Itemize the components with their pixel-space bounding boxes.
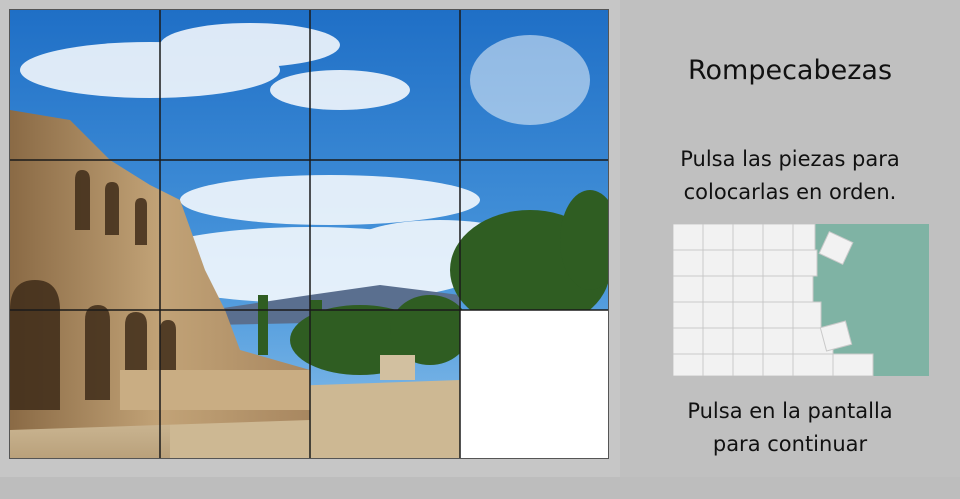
puzzle-board[interactable]: [9, 9, 609, 459]
puzzle-tile-1[interactable]: [10, 10, 160, 160]
instructions: Pulsa las piezas para colocarlas en orde…: [620, 143, 960, 209]
side-panel: Rompecabezas Pulsa las piezas para coloc…: [620, 0, 960, 477]
puzzle-tile-9[interactable]: [10, 310, 160, 459]
puzzle-illustration: [672, 223, 929, 377]
game-stage[interactable]: [0, 0, 620, 477]
puzzle-tile-4[interactable]: [460, 10, 609, 160]
puzzle-tile-3[interactable]: [310, 10, 460, 160]
puzzle-tile-5[interactable]: [10, 160, 160, 310]
empty-tile: [460, 310, 608, 458]
instruction-line-1: Pulsa las piezas para: [680, 147, 900, 171]
continue-line-2: para continuar: [712, 432, 868, 456]
puzzle-tile-10[interactable]: [160, 310, 310, 459]
continue-prompt[interactable]: Pulsa en la pantalla para continuar: [620, 395, 960, 461]
bottom-strip: [0, 477, 960, 499]
puzzle-tile-2[interactable]: [160, 10, 310, 160]
continue-line-1: Pulsa en la pantalla: [687, 399, 893, 423]
instruction-line-2: colocarlas en orden.: [683, 180, 897, 204]
puzzle-tile-6[interactable]: [160, 160, 310, 310]
puzzle-tile-11[interactable]: [310, 310, 460, 459]
puzzle-image: [10, 10, 609, 459]
game-title: Rompecabezas: [687, 55, 893, 86]
puzzle-tile-8[interactable]: [460, 160, 609, 310]
puzzle-tile-7[interactable]: [310, 160, 460, 310]
